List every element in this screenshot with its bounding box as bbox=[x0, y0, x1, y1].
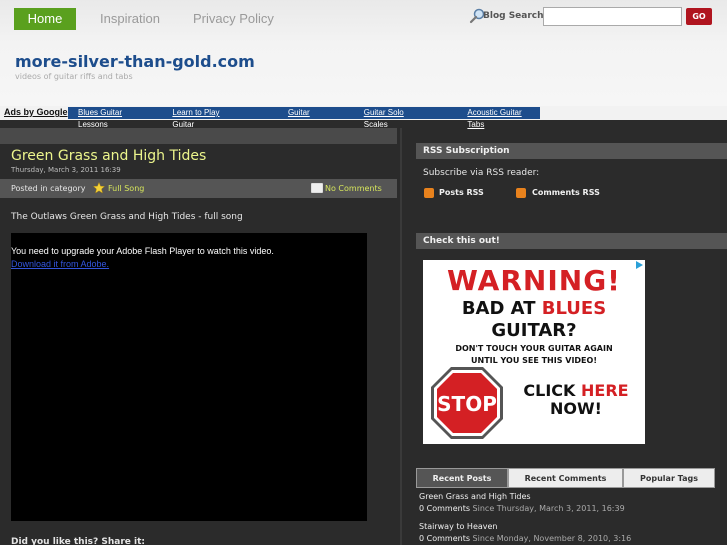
site-tagline: videos of guitar riffs and tabs bbox=[15, 72, 133, 81]
ad-small-line1: DON'T TOUCH YOUR GUITAR AGAIN bbox=[455, 344, 613, 353]
recent-post-meta: 0 Comments Since Thursday, March 3, 2011… bbox=[419, 504, 625, 513]
search-go-button[interactable]: GO bbox=[686, 8, 712, 25]
ad-link-acoustic-guitar-tabs[interactable]: Acoustic Guitar Tabs bbox=[467, 107, 540, 129]
share-prompt: Did you like this? Share it: bbox=[11, 537, 146, 545]
rss-icon bbox=[516, 188, 526, 198]
ad-cta[interactable]: CLICK HERE NOW! bbox=[511, 382, 641, 418]
recent-post-comments[interactable]: 0 Comments bbox=[419, 534, 470, 543]
ad-banner[interactable]: WARNING! BAD AT BLUES GUITAR? DON'T TOUC… bbox=[423, 260, 645, 444]
ad-small-text: DON'T TOUCH YOUR GUITAR AGAIN UNTIL YOU … bbox=[423, 343, 645, 367]
stop-sign-icon: STOP bbox=[431, 367, 503, 439]
star-icon bbox=[93, 182, 105, 194]
post-date: Thursday, March 3, 2011 16:39 bbox=[11, 166, 121, 174]
recent-post-since: Since Monday, November 8, 2010, 3:16 bbox=[472, 534, 632, 543]
posts-rss-link[interactable]: Posts RSS bbox=[439, 188, 484, 197]
flash-message: You need to upgrade your Adobe Flash Pla… bbox=[11, 246, 274, 256]
posted-in-label: Posted in category bbox=[11, 184, 86, 193]
search-label: Blog Search bbox=[483, 11, 544, 21]
recent-post-title[interactable]: Green Grass and High Tides bbox=[419, 492, 531, 501]
ad-headline-line1: BAD AT BLUES bbox=[423, 298, 645, 319]
category-link[interactable]: Full Song bbox=[108, 184, 144, 193]
nav-privacy-policy[interactable]: Privacy Policy bbox=[193, 8, 274, 30]
comment-icon bbox=[311, 183, 323, 193]
ad-cta-prefix: CLICK bbox=[523, 381, 582, 400]
content-top-bar bbox=[0, 128, 397, 144]
column-divider bbox=[400, 128, 402, 545]
ad-cta-highlight: HERE bbox=[581, 381, 629, 400]
post-intro: The Outlaws Green Grass and High Tides -… bbox=[11, 212, 243, 222]
ad-headline-prefix: BAD AT bbox=[461, 298, 542, 319]
recent-post-since: Since Thursday, March 3, 2011, 16:39 bbox=[472, 504, 625, 513]
search-input[interactable] bbox=[543, 7, 682, 26]
rss-subscribe-text: Subscribe via RSS reader: bbox=[423, 168, 540, 178]
flash-download-link[interactable]: Download it from Adobe. bbox=[11, 259, 109, 269]
recent-post-comments[interactable]: 0 Comments bbox=[419, 504, 470, 513]
check-widget-heading: Check this out! bbox=[416, 233, 727, 249]
video-player[interactable] bbox=[11, 233, 367, 521]
ad-links-bar: Blues Guitar Lessons Learn to Play Guita… bbox=[68, 107, 540, 129]
rss-icon bbox=[424, 188, 434, 198]
stop-sign-text: STOP bbox=[437, 392, 497, 416]
tab-popular-tags[interactable]: Popular Tags bbox=[623, 468, 715, 488]
recent-post-title[interactable]: Stairway to Heaven bbox=[419, 522, 498, 531]
rss-widget-heading: RSS Subscription bbox=[416, 143, 727, 159]
nav-home[interactable]: Home bbox=[14, 8, 76, 30]
ad-warning-text: WARNING! bbox=[447, 264, 621, 297]
post-title[interactable]: Green Grass and High Tides bbox=[11, 148, 206, 164]
ad-cta-suffix: NOW! bbox=[550, 399, 602, 418]
recent-post-meta: 0 Comments Since Monday, November 8, 201… bbox=[419, 534, 631, 543]
ad-link-guitar[interactable]: Guitar bbox=[288, 107, 310, 119]
ad-headline-highlight: BLUES bbox=[541, 298, 607, 319]
ad-headline-line2: GUITAR? bbox=[491, 320, 577, 341]
tab-recent-posts[interactable]: Recent Posts bbox=[416, 468, 508, 488]
ad-link-blues-guitar-lessons[interactable]: Blues Guitar Lessons bbox=[78, 107, 153, 129]
ad-link-guitar-solo-scales[interactable]: Guitar Solo Scales bbox=[364, 107, 430, 129]
tab-recent-comments[interactable]: Recent Comments bbox=[508, 468, 623, 488]
ads-by-google-link[interactable]: Ads by Google bbox=[4, 107, 68, 117]
nav-inspiration[interactable]: Inspiration bbox=[100, 8, 160, 30]
comments-rss-link[interactable]: Comments RSS bbox=[532, 188, 600, 197]
ad-link-learn-to-play-guitar[interactable]: Learn to Play Guitar bbox=[172, 107, 243, 129]
site-title[interactable]: more-silver-than-gold.com bbox=[15, 52, 255, 71]
comments-link[interactable]: No Comments bbox=[325, 184, 382, 193]
